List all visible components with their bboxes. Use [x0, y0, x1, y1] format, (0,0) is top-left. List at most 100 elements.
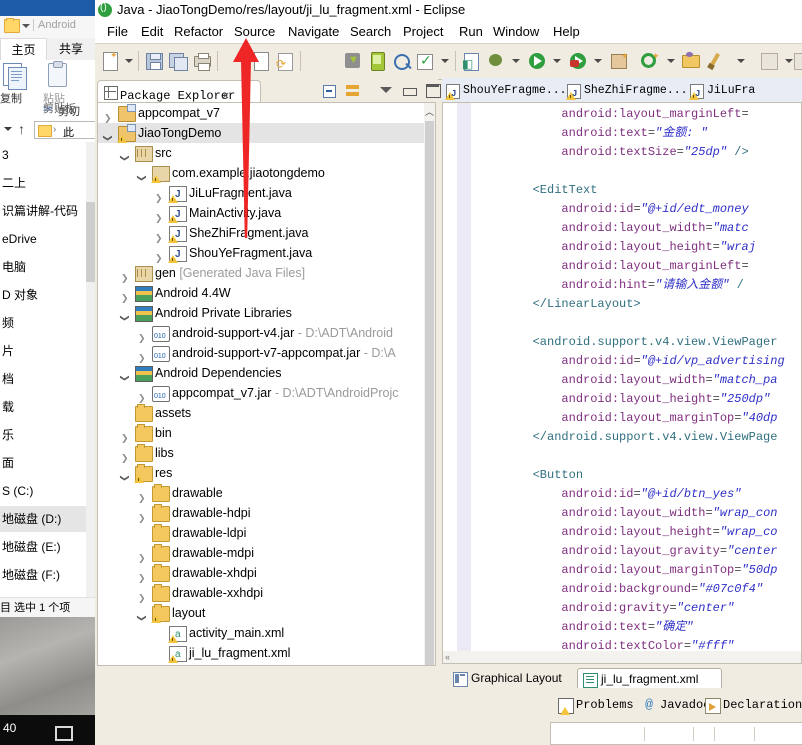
editor-bottom-tab[interactable]: ji_lu_fragment.xml	[577, 668, 722, 690]
tree-node[interactable]: ❯ Android 4.4W	[98, 283, 428, 303]
run-dropdown-icon[interactable]	[553, 59, 561, 63]
nav-item[interactable]: 地磁盘 (E:)	[0, 534, 86, 560]
tab-package-explorer[interactable]: Package Explorer ✕	[97, 80, 261, 103]
chevron-down-icon[interactable]: ❯	[132, 174, 152, 182]
tree-node[interactable]: assets	[98, 403, 428, 423]
editor-source-code[interactable]: android:layout_marginLeft= android:text=…	[475, 105, 801, 663]
menu-window[interactable]: Window	[487, 22, 545, 41]
lint-button[interactable]	[391, 51, 412, 71]
explorer-quick-access-toolbar[interactable]: Android	[0, 16, 95, 39]
menu-run[interactable]: Run	[453, 22, 489, 41]
tree-node[interactable]: ❯JiLuFragment.java	[98, 183, 428, 205]
tree-node[interactable]: ❯ Android Private Libraries	[98, 303, 428, 323]
print-button[interactable]	[192, 51, 212, 71]
tree-node[interactable]: ❯ libs	[98, 443, 428, 463]
eclipse-toolbar[interactable]: ✦ ⟳ ▼ ✓ ◧ ✦ ✦	[95, 43, 802, 80]
debug-button[interactable]	[486, 51, 506, 71]
scroll-left-icon[interactable]: «	[445, 652, 450, 662]
history-dropdown-icon[interactable]	[4, 127, 12, 131]
tree-node[interactable]: activity_main.xml	[98, 623, 428, 645]
explorer-address-bar[interactable]: ↑ › 此	[0, 118, 95, 143]
nav-item[interactable]: 频	[0, 310, 86, 336]
nav-item[interactable]: 二上	[0, 170, 86, 196]
menu-refactor[interactable]: Refactor	[168, 22, 229, 41]
nav-item[interactable]: 档	[0, 366, 86, 392]
view-menu-icon[interactable]	[378, 85, 394, 101]
package-explorer-scrollbar[interactable]	[424, 103, 435, 665]
tree-node[interactable]: ❯MainActivity.java	[98, 203, 428, 225]
collapse-all-icon[interactable]	[321, 83, 337, 99]
up-arrow-icon[interactable]: ↑	[18, 122, 25, 136]
nav-item[interactable]: 电脑	[0, 254, 86, 280]
scrollbar-thumb[interactable]	[425, 121, 434, 665]
run-external-tools-button[interactable]	[568, 51, 588, 71]
new-class-button[interactable]: ✦	[639, 51, 660, 71]
tree-node[interactable]: ❯appcompat_v7.jar - D:\ADT\AndroidProjc	[98, 383, 428, 407]
tree-node[interactable]: ❯ Android Dependencies	[98, 363, 428, 383]
tree-node[interactable]: ❯ShouYeFragment.java	[98, 243, 428, 265]
nav-item[interactable]: 地磁盘 (D:)	[0, 506, 86, 532]
editor-folding-margin[interactable]	[457, 103, 471, 663]
ribbon-tab-share[interactable]: 共享	[47, 38, 95, 60]
address-field[interactable]: › 此	[34, 121, 95, 139]
open-type-button[interactable]	[681, 51, 701, 71]
menu-project[interactable]: Project	[397, 22, 449, 41]
editor-pane[interactable]: android:layout_marginLeft= android:text=…	[442, 102, 802, 664]
tree-node[interactable]: ❯ bin	[98, 423, 428, 443]
bottom-view-tab-bar[interactable]: Problems@JavadocDeclarationConsoleD	[550, 692, 802, 718]
external-tools-dropdown-icon[interactable]	[594, 59, 602, 63]
tree-node[interactable]: ❯ res	[98, 463, 428, 483]
new-android-app-button[interactable]: ◧	[461, 51, 481, 71]
chevron-down-icon[interactable]	[22, 24, 30, 28]
tree-node[interactable]: ❯ drawable-xxhdpi	[98, 583, 428, 603]
chevron-down-icon[interactable]: ❯	[115, 314, 135, 322]
minimize-icon[interactable]	[402, 85, 418, 101]
explorer-vertical-scrollbar[interactable]	[86, 142, 95, 597]
explorer-ribbon-tabs[interactable]: 主页 共享	[0, 38, 95, 60]
tree-node[interactable]: ❯android-support-v4.jar - D:\ADT\Android	[98, 323, 428, 347]
previous-annotation-button[interactable]	[792, 51, 802, 71]
nav-item[interactable]: S (C:)	[0, 478, 86, 504]
tree-node[interactable]: ❯android-support-v7-appcompat.jar - D:\A	[98, 343, 428, 367]
new-xml-file-button[interactable]: ⟳	[275, 51, 295, 71]
tree-node[interactable]: ❯ drawable	[98, 483, 428, 503]
nav-item[interactable]: 识篇讲解-代码	[0, 198, 86, 224]
menu-navigate[interactable]: Navigate	[282, 22, 345, 41]
tree-node[interactable]: ❯ appcompat_v7	[98, 103, 428, 123]
paste-icon[interactable]	[48, 61, 67, 87]
next-annotation-button[interactable]	[759, 51, 779, 71]
tree-node[interactable]: ❯ drawable-hdpi	[98, 503, 428, 523]
editor-gutter[interactable]	[443, 103, 458, 663]
new-class-dropdown-icon[interactable]	[667, 59, 675, 63]
run-button[interactable]	[527, 51, 547, 71]
new-button[interactable]: ✦	[101, 50, 121, 71]
chevron-down-icon[interactable]: ❯	[115, 374, 135, 382]
menu-source[interactable]: Source	[228, 22, 281, 41]
tree-node[interactable]: drawable-ldpi	[98, 523, 428, 543]
editor-bottom-tab[interactable]: Graphical Layout	[448, 668, 584, 689]
menu-help[interactable]: Help	[547, 22, 586, 41]
menu-search[interactable]: Search	[344, 22, 397, 41]
nav-item[interactable]: 乐	[0, 422, 86, 448]
sdk-manager-button[interactable]: ▼	[343, 51, 363, 71]
nav-item[interactable]: eDrive	[0, 226, 86, 252]
tree-node[interactable]: ❯SheZhiFragment.java	[98, 223, 428, 245]
new-android-xml-button[interactable]	[250, 51, 270, 71]
new-java-package-button[interactable]: ✦	[609, 51, 629, 71]
menu-file[interactable]: File	[101, 22, 134, 41]
nav-item[interactable]: 3	[0, 142, 86, 168]
editor-bottom-tabs[interactable]: Graphical Layout ji_lu_fragment.xml	[444, 668, 800, 690]
maximize-icon[interactable]	[425, 83, 441, 99]
scrollbar-thumb[interactable]	[86, 202, 95, 282]
tree-node[interactable]: ❯ layout	[98, 603, 428, 623]
new-dropdown-icon[interactable]	[125, 59, 133, 63]
avd-manager-button[interactable]	[367, 51, 387, 71]
eclipse-menu-bar[interactable]: File Edit Refactor Source Navigate Search Proj…	[95, 20, 802, 43]
tree-node[interactable]: ❯ drawable-xhdpi	[98, 563, 428, 583]
annotate-dropdown-icon[interactable]	[737, 59, 745, 63]
save-button[interactable]	[144, 51, 164, 71]
nav-item[interactable]: 面	[0, 450, 86, 476]
nav-item[interactable]: 载	[0, 394, 86, 420]
explorer-nav-pane[interactable]: 3 二上 识篇讲解-代码 eDrive 电脑 D 对象频片档载乐面 S (C:) 地磁盘 (D…	[0, 142, 95, 597]
tree-node[interactable]: ❯ JiaoTongDemo	[98, 123, 428, 143]
